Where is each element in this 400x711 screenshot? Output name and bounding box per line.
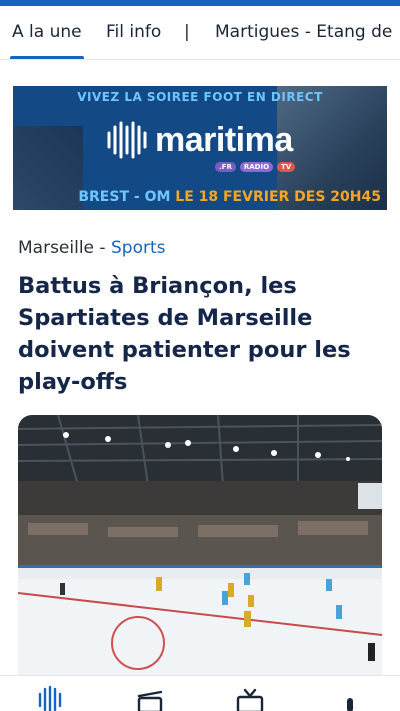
nav-tv-button[interactable] bbox=[230, 684, 270, 711]
home-logo-icon bbox=[38, 685, 62, 711]
tab-a-la-une[interactable]: A la une bbox=[10, 6, 84, 59]
banner-chips: .FR RADIO TV bbox=[215, 162, 296, 172]
banner-logo: maritima bbox=[105, 118, 293, 162]
maritima-logo-icon bbox=[107, 121, 147, 159]
category-city: Marseille bbox=[18, 238, 95, 258]
chip-fr: .FR bbox=[215, 162, 236, 172]
article-category: Marseille - Sports bbox=[18, 238, 165, 258]
tab-separator: | bbox=[184, 22, 190, 42]
article-photo[interactable] bbox=[18, 415, 382, 675]
article-headline[interactable]: Battus à Briançon, les Spartiates de Mar… bbox=[18, 270, 378, 398]
chip-radio: RADIO bbox=[239, 162, 274, 172]
nav-radio-button[interactable] bbox=[130, 684, 170, 711]
category-tabs: A la une Fil info | Martigues - Etang de bbox=[0, 6, 400, 60]
ad-banner[interactable]: VIVEZ LA SOIREE FOOT EN DIRECT maritima … bbox=[13, 86, 387, 210]
banner-brand: maritima bbox=[155, 120, 293, 159]
tab-fil-info[interactable]: Fil info bbox=[106, 6, 161, 59]
tab-martigues[interactable]: Martigues - Etang de bbox=[215, 6, 392, 59]
nav-home-button[interactable] bbox=[30, 684, 70, 711]
tv-icon bbox=[236, 688, 264, 711]
ice-hockey-rink-image bbox=[18, 415, 382, 675]
radio-icon bbox=[137, 690, 163, 711]
microphone-icon bbox=[347, 698, 353, 711]
chip-tv: TV bbox=[277, 162, 296, 172]
banner-bottom-text: BREST - OM LE 18 FEVRIER DES 20H45 bbox=[13, 189, 381, 205]
bottom-navigation bbox=[0, 675, 400, 711]
banner-match: BREST - OM bbox=[78, 189, 171, 205]
nav-podcast-button[interactable] bbox=[330, 684, 370, 711]
category-section-link[interactable]: Sports bbox=[111, 238, 166, 258]
banner-date: LE 18 FEVRIER DES 20H45 bbox=[170, 189, 381, 205]
category-separator: - bbox=[94, 238, 111, 258]
banner-top-text: VIVEZ LA SOIREE FOOT EN DIRECT bbox=[77, 90, 323, 104]
